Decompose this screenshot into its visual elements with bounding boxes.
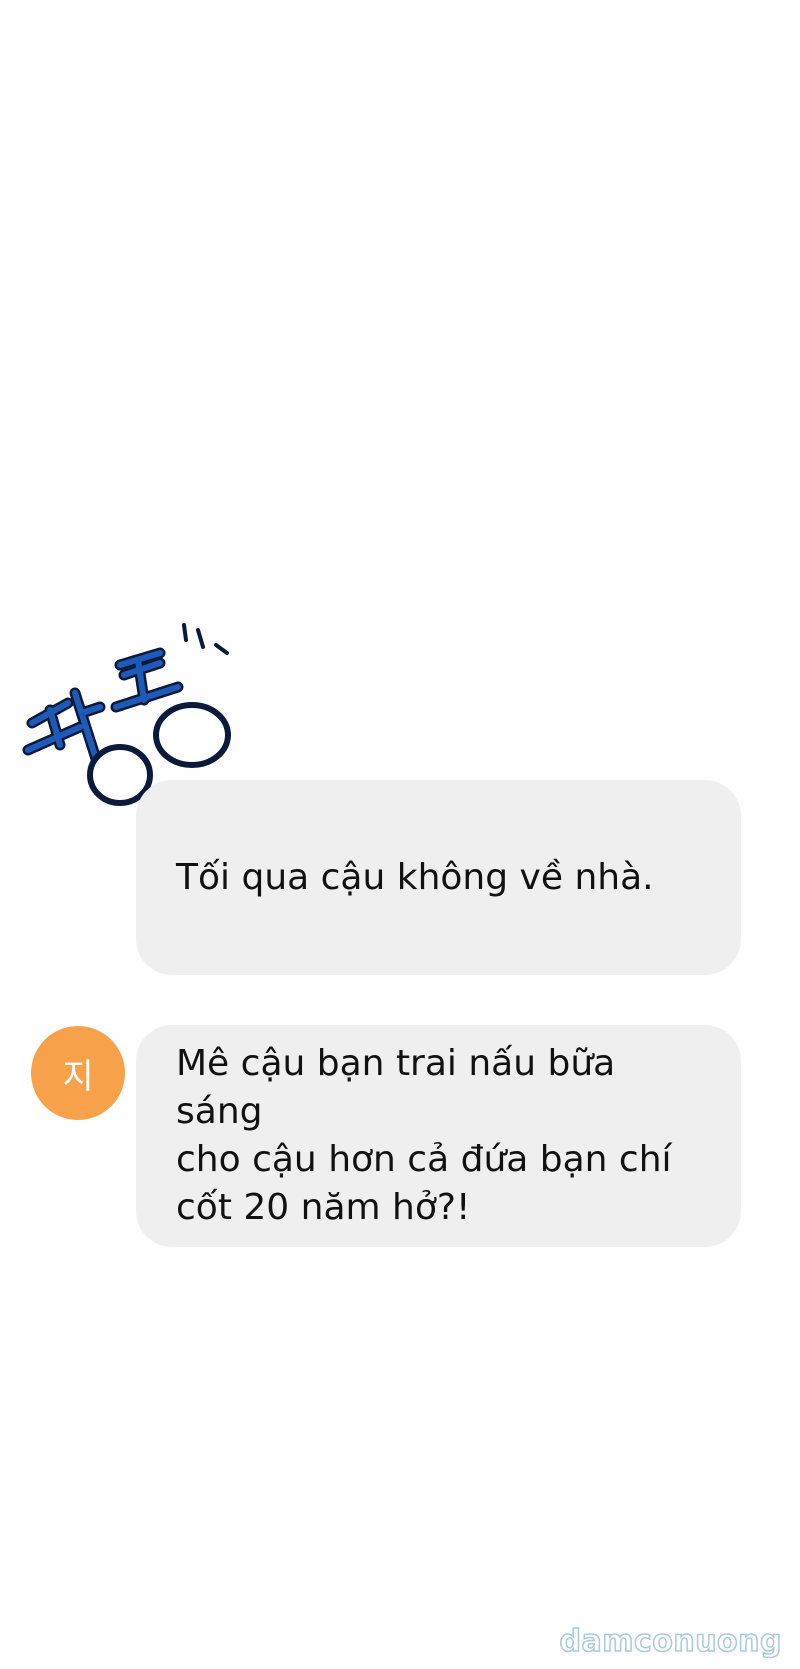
emphasis-marks bbox=[182, 623, 229, 655]
message-bubble: Tối qua cậu không về nhà. bbox=[136, 780, 741, 975]
message-text: Mê cậu bạn trai nấu bữa sáng cho cậu hơn… bbox=[176, 1043, 672, 1228]
avatar-label: 지 bbox=[62, 1056, 94, 1097]
message-text: Tối qua cậu không về nhà. bbox=[176, 856, 654, 898]
sfx-glyph-strokes bbox=[22, 647, 184, 771]
message-bubble: Mê cậu bạn trai nấu bữa sáng cho cậu hơn… bbox=[136, 1025, 741, 1247]
watermark: damconuong bbox=[559, 1623, 783, 1660]
avatar[interactable]: 지 bbox=[31, 1026, 125, 1120]
